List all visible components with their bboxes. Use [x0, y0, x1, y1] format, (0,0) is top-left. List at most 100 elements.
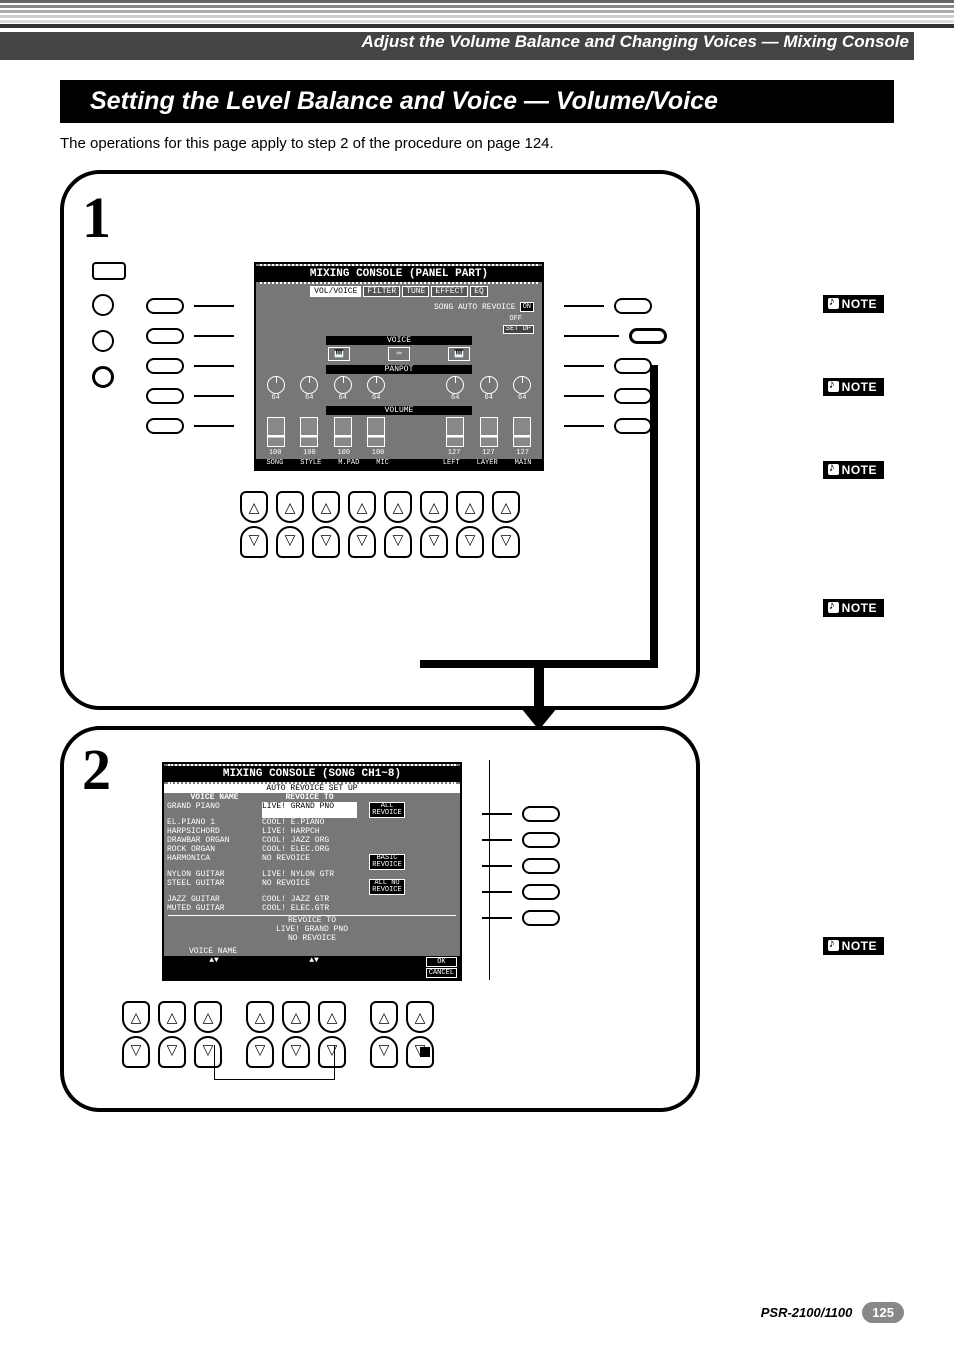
side-button-e[interactable] [146, 418, 184, 434]
round-button-icon[interactable] [92, 294, 114, 316]
down-button-5[interactable]: △ [384, 526, 412, 558]
side-button-b[interactable] [146, 328, 184, 344]
down-button-1[interactable]: △ [240, 526, 268, 558]
p2-up-7[interactable]: △ [370, 1001, 398, 1033]
tab-filter[interactable]: FILTER [363, 286, 400, 297]
p2-up-5[interactable]: △ [282, 1001, 310, 1033]
side-button-a[interactable] [146, 298, 184, 314]
voice-label: VOICE [326, 336, 472, 345]
p2-up-2[interactable]: △ [158, 1001, 186, 1033]
cancel-button[interactable]: CANCEL [426, 968, 457, 978]
down-button-2[interactable]: △ [276, 526, 304, 558]
autorevoice-on[interactable]: ON [520, 302, 534, 312]
panpot-knob[interactable] [367, 376, 385, 394]
up-button-3[interactable]: △ [312, 491, 340, 523]
volume-fader[interactable] [334, 417, 352, 447]
up-button-5[interactable]: △ [384, 491, 412, 523]
up-button-2[interactable]: △ [276, 491, 304, 523]
side-button-f2[interactable] [522, 806, 560, 822]
panel2-right-column [482, 806, 560, 926]
p2-down-3[interactable]: △ [194, 1036, 222, 1068]
p2-down-5[interactable]: △ [282, 1036, 310, 1068]
tab-volvoice[interactable]: VOL/VOICE [310, 286, 361, 297]
panpot-knob[interactable] [267, 376, 285, 394]
leader-line [194, 335, 234, 337]
p2-down-2[interactable]: △ [158, 1036, 186, 1068]
tab-eq[interactable]: EQ [470, 286, 488, 297]
revoice-side-button[interactable]: ALL NO REVOICE [369, 879, 404, 895]
panel-2: 2 MIXING CONSOLE (SONG CH1~8) AUTO REVOI… [60, 726, 700, 1112]
volume-fader[interactable] [267, 417, 285, 447]
volume-fader[interactable] [300, 417, 318, 447]
p2-down-4[interactable]: △ [246, 1036, 274, 1068]
revoice-to-cell: NO REVOICE [262, 879, 357, 895]
section-heading: Setting the Level Balance and Voice — Vo… [60, 80, 894, 123]
lcd-auto-revoice-setup: MIXING CONSOLE (SONG CH1~8) AUTO REVOICE… [162, 762, 462, 981]
leader-line [334, 1045, 335, 1080]
revoice-opt1: LIVE! GRAND PNO [168, 925, 456, 934]
ok-button[interactable]: OK [426, 957, 457, 967]
side-button-d[interactable] [146, 388, 184, 404]
col-revoice-to-hdr: REVOICE TO [262, 793, 357, 802]
side-button-h2[interactable] [522, 858, 560, 874]
revoice-to-cell: LIVE! HARPCH [262, 827, 357, 836]
revoice-side-button[interactable]: BASIC REVOICE [369, 854, 404, 870]
p2-up-3[interactable]: △ [194, 1001, 222, 1033]
voice-name-cell: GRAND PIANO [167, 802, 262, 818]
revoice-side-button[interactable]: ALL REVOICE [369, 802, 404, 818]
tab-effect[interactable]: EFFECT [431, 286, 468, 297]
panpot-knob[interactable] [334, 376, 352, 394]
side-button-j2[interactable] [522, 910, 560, 926]
keyboard-icon: ⌨ [388, 347, 410, 361]
revoice-row: DRAWBAR ORGANCOOL! JAZZ ORG [164, 836, 460, 845]
panpot-knob[interactable] [300, 376, 318, 394]
leader-line [482, 891, 512, 893]
p2-down-6[interactable]: △ [318, 1036, 346, 1068]
p2-down-1[interactable]: △ [122, 1036, 150, 1068]
side-button-f[interactable] [614, 298, 652, 314]
round-button-icon[interactable] [92, 330, 114, 352]
nav-arrows-1[interactable]: ▲▼ [164, 956, 264, 979]
side-button-i2[interactable] [522, 884, 560, 900]
p2-down-7[interactable]: △ [370, 1036, 398, 1068]
up-button-1[interactable]: △ [240, 491, 268, 523]
revoice-row: JAZZ GUITARCOOL! JAZZ GTR [164, 895, 460, 904]
footer-model: PSR-2100/1100 [761, 1305, 853, 1320]
revoice-row: STEEL GUITARNO REVOICE ALL NO REVOICE [164, 879, 460, 895]
round-button-icon[interactable] [92, 366, 114, 388]
revoice-row: HARMONICANO REVOICEBASIC REVOICE [164, 854, 460, 870]
revoice-to-cell: NO REVOICE [262, 854, 357, 870]
pill-button-column-left [146, 298, 234, 434]
lcd1-tabs: VOL/VOICE FILTER TUNE EFFECT EQ [256, 284, 542, 299]
side-button-c[interactable] [146, 358, 184, 374]
volume-fader[interactable] [367, 417, 385, 447]
down-button-4[interactable]: △ [348, 526, 376, 558]
col-voice-name-hdr: VOICE NAME [167, 793, 262, 802]
up-button-4[interactable]: △ [348, 491, 376, 523]
p2-down-8[interactable]: △ [406, 1036, 434, 1068]
step-number-2: 2 [82, 736, 111, 803]
voice-name-cell: NYLON GUITAR [167, 870, 262, 879]
leader-line [482, 917, 512, 919]
down-button-3[interactable]: △ [312, 526, 340, 558]
step-number-1: 1 [82, 184, 111, 251]
side-button-g2[interactable] [522, 832, 560, 848]
nav-arrows-2[interactable]: ▲▼ [264, 956, 364, 979]
revoice-to-box-label: REVOICE TO [168, 916, 456, 925]
p2-up-1[interactable]: △ [122, 1001, 150, 1033]
breadcrumb: Adjust the Volume Balance and Changing V… [361, 28, 909, 56]
p2-up-4[interactable]: △ [246, 1001, 274, 1033]
note-column: NOTE NOTE NOTE NOTE NOTE [823, 295, 884, 965]
p2-up-6[interactable]: △ [318, 1001, 346, 1033]
setup-button[interactable]: SET UP [503, 325, 534, 334]
leader-line [482, 813, 512, 815]
side-button-g[interactable] [629, 328, 667, 344]
note-badge: NOTE [823, 461, 884, 479]
voice-name-cell: HARPSICHORD [167, 827, 262, 836]
revoice-opt2: NO REVOICE [168, 934, 456, 943]
lcd1-title: MIXING CONSOLE (PANEL PART) [256, 266, 542, 282]
tab-tune[interactable]: TUNE [402, 286, 429, 297]
p2-up-8[interactable]: △ [406, 1001, 434, 1033]
leader-line [214, 1079, 334, 1080]
voice-name-cell: STEEL GUITAR [167, 879, 262, 895]
